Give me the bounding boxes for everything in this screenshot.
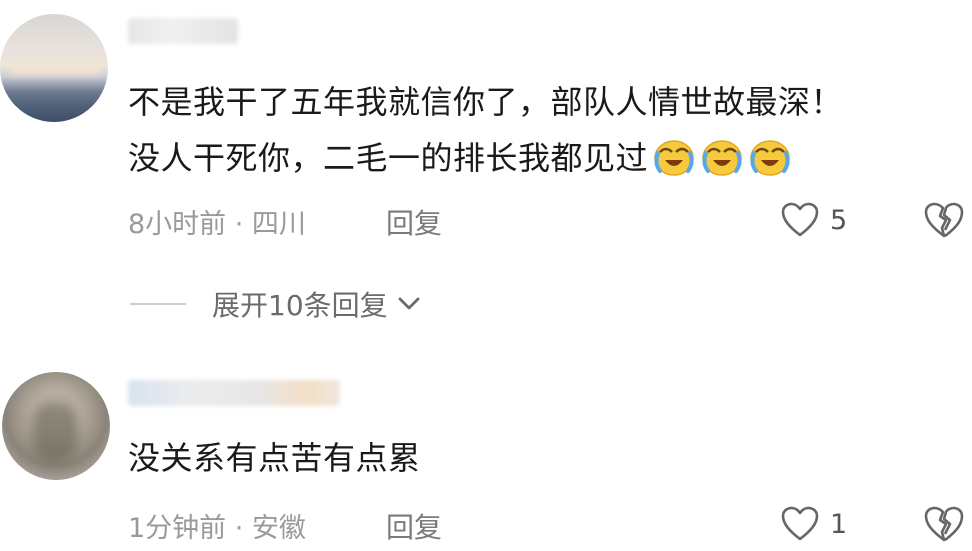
- reply-button[interactable]: 回复: [386, 506, 442, 546]
- divider: [130, 303, 186, 305]
- username-blurred[interactable]: [128, 380, 340, 406]
- broken-heart-icon[interactable]: [922, 200, 966, 240]
- like-count: 5: [830, 204, 848, 236]
- comment-text-line: 没人干死你，二毛一的排长我都见过: [128, 139, 649, 177]
- broken-heart-icon[interactable]: [922, 504, 966, 544]
- comment-text: 不是我干了五年我就信你了，部队人情世故最深！: [128, 83, 844, 121]
- like-count: 1: [830, 508, 848, 540]
- comment-meta: 1分钟前 · 安徽: [128, 513, 306, 544]
- heart-icon: [781, 506, 819, 541]
- crying-laughing-emoji: [654, 140, 694, 176]
- chevron-down-icon: [398, 297, 420, 310]
- expand-replies-label: 展开10条回复: [212, 289, 388, 322]
- username-blurred[interactable]: [128, 18, 238, 44]
- crying-laughing-emoji: [702, 140, 742, 176]
- comment-list: 不是我干了五年我就信你了，部队人情世故最深！ 没人干死你，二毛一的排长我都见过 …: [0, 0, 972, 551]
- like-button[interactable]: 5: [780, 200, 847, 240]
- comment-text: 没人干死你，二毛一的排长我都见过: [128, 130, 792, 186]
- avatar[interactable]: [2, 372, 110, 480]
- like-button[interactable]: 1: [780, 504, 847, 544]
- heart-icon: [781, 202, 819, 237]
- reply-button[interactable]: 回复: [386, 202, 442, 242]
- avatar[interactable]: [0, 14, 108, 122]
- expand-replies-button[interactable]: 展开10条回复: [130, 282, 424, 326]
- comment-text: 没关系有点苦有点累: [128, 439, 421, 477]
- crying-laughing-emoji: [750, 140, 790, 176]
- comment-meta: 8小时前 · 四川: [128, 209, 306, 240]
